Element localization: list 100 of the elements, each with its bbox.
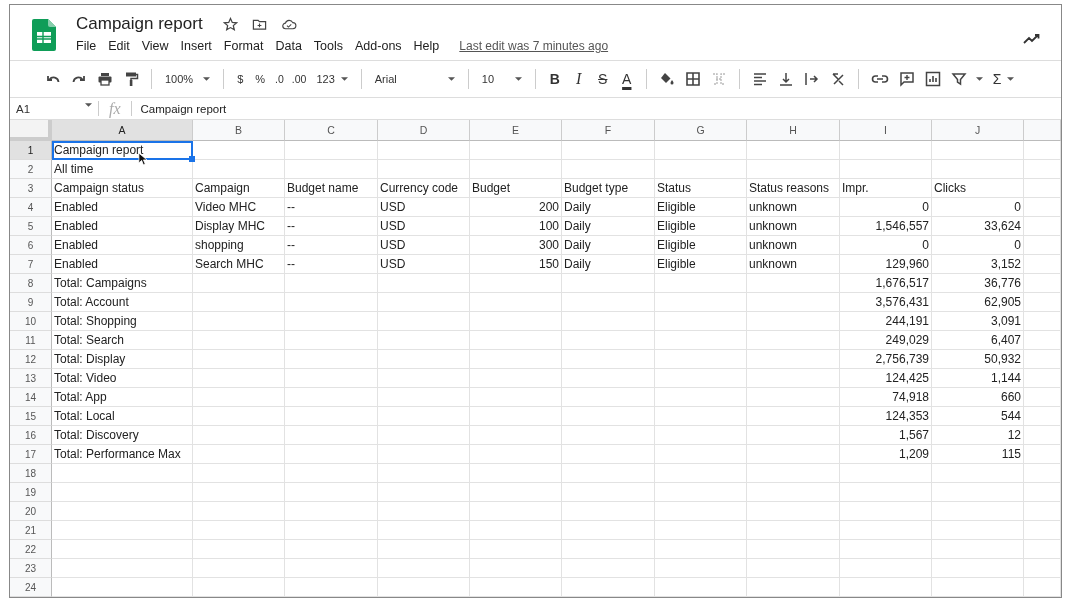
filter-icon[interactable] xyxy=(950,71,967,88)
column-header[interactable]: F xyxy=(562,120,655,141)
caret-icon[interactable] xyxy=(975,77,983,82)
menu-item[interactable]: View xyxy=(135,39,175,53)
borders-icon[interactable] xyxy=(684,71,701,88)
row-header[interactable]: 22 xyxy=(10,540,52,559)
row-header[interactable]: 18 xyxy=(10,464,52,483)
text-rotation-icon[interactable] xyxy=(829,71,846,88)
column-header[interactable]: A xyxy=(52,120,193,141)
menu-item[interactable]: File xyxy=(76,39,103,53)
row-header[interactable]: 4 xyxy=(10,198,52,217)
table-cell xyxy=(1024,255,1061,274)
row-header[interactable]: 7 xyxy=(10,255,52,274)
table-cell: 1,567 xyxy=(840,426,932,445)
menu-item[interactable]: Format xyxy=(217,39,270,53)
percent-format-button[interactable]: % xyxy=(249,71,272,88)
row-header[interactable]: 16 xyxy=(10,426,52,445)
column-header[interactable]: G xyxy=(655,120,747,141)
column-header[interactable]: I xyxy=(840,120,932,141)
row-header[interactable]: 17 xyxy=(10,445,52,464)
table-cell: -- xyxy=(285,236,378,255)
italic-button[interactable]: I xyxy=(566,67,591,92)
table-cell: Budget name xyxy=(285,179,378,198)
row-header[interactable]: 21 xyxy=(10,521,52,540)
column-header[interactable]: E xyxy=(470,120,562,141)
selected-cell: Campaign report xyxy=(52,141,193,160)
table-cell: 0 xyxy=(932,198,1024,217)
table-cell xyxy=(1024,407,1061,426)
table-cell: unknown xyxy=(747,217,840,236)
table-cell: unknown xyxy=(747,198,840,217)
table-cell: Daily xyxy=(562,198,655,217)
row-header[interactable]: 10 xyxy=(10,312,52,331)
row-header[interactable]: 5 xyxy=(10,217,52,236)
menu-item[interactable]: Insert xyxy=(174,39,218,53)
row-header[interactable]: 9 xyxy=(10,293,52,312)
menu-item[interactable]: Data xyxy=(269,39,308,53)
row-header[interactable]: 6 xyxy=(10,236,52,255)
table-cell: 660 xyxy=(932,388,1024,407)
zoom-dropdown[interactable]: 100% xyxy=(159,71,217,88)
functions-dropdown[interactable]: Σ xyxy=(986,69,1021,90)
caret-icon xyxy=(1007,77,1015,82)
vertical-align-icon[interactable] xyxy=(777,71,794,88)
row-header[interactable]: 23 xyxy=(10,559,52,578)
menu-item[interactable]: Add-ons xyxy=(349,39,408,53)
menu-item[interactable]: Edit xyxy=(102,39,136,53)
comment-icon[interactable] xyxy=(898,71,915,88)
strikethrough-button[interactable]: S xyxy=(590,67,615,92)
table-cell: 544 xyxy=(932,407,1024,426)
currency-format-button[interactable]: $ xyxy=(231,71,250,88)
paint-format-icon[interactable] xyxy=(123,71,139,88)
fill-handle[interactable] xyxy=(189,156,195,162)
row-header[interactable]: 14 xyxy=(10,388,52,407)
column-header[interactable]: H xyxy=(747,120,840,141)
table-cell: Campaign status xyxy=(52,179,193,198)
print-icon[interactable] xyxy=(97,71,113,88)
row-header[interactable]: 1 xyxy=(10,141,52,160)
sheets-logo-icon[interactable] xyxy=(32,19,56,51)
text-wrap-icon[interactable] xyxy=(803,71,820,88)
decrease-decimals-button[interactable]: .0 xyxy=(271,71,288,88)
table-cell: Search MHC xyxy=(193,255,285,274)
align-icon[interactable] xyxy=(751,71,768,88)
row-header[interactable]: 8 xyxy=(10,274,52,293)
merge-cells-icon[interactable] xyxy=(710,71,727,88)
row-header[interactable]: 11 xyxy=(10,331,52,350)
row-header[interactable]: 20 xyxy=(10,502,52,521)
cell-reference-box[interactable]: A1 xyxy=(10,102,98,115)
menu-item[interactable]: Tools xyxy=(307,39,350,53)
row-header[interactable]: 19 xyxy=(10,483,52,502)
row-header[interactable]: 13 xyxy=(10,369,52,388)
row-header[interactable]: 3 xyxy=(10,179,52,198)
table-cell: Total: Performance Max xyxy=(52,445,193,464)
star-icon[interactable] xyxy=(222,16,238,32)
column-header[interactable]: C xyxy=(285,120,378,141)
menu-item[interactable]: Help xyxy=(407,39,446,53)
table-cell: 33,624 xyxy=(932,217,1024,236)
table-cell xyxy=(1024,293,1061,312)
table-cell: Eligible xyxy=(655,255,747,274)
table-cell: -- xyxy=(285,255,378,274)
row-header[interactable]: 24 xyxy=(10,578,52,597)
row-header[interactable]: 12 xyxy=(10,350,52,369)
column-header[interactable]: B xyxy=(193,120,285,141)
more-formats-dropdown[interactable]: 123 xyxy=(310,71,354,88)
bold-button[interactable]: B xyxy=(542,67,567,92)
table-cell: -- xyxy=(285,198,378,217)
increase-decimals-button[interactable]: .00 xyxy=(287,71,311,88)
font-size-dropdown[interactable]: 10 xyxy=(475,71,528,88)
table-cell: Enabled xyxy=(52,217,193,236)
table-cell: 1,546,557 xyxy=(840,217,932,236)
caret-icon xyxy=(340,77,348,82)
row-header[interactable]: 15 xyxy=(10,407,52,426)
font-dropdown[interactable]: Arial xyxy=(368,71,461,88)
last-edit-link[interactable]: Last edit was 7 minutes ago xyxy=(459,39,609,53)
formula-input[interactable]: Campaign report xyxy=(140,102,227,115)
row-header[interactable]: 2 xyxy=(10,160,52,179)
document-title[interactable]: Campaign report xyxy=(76,14,203,34)
text-color-button[interactable]: A xyxy=(614,67,639,92)
chart-icon[interactable] xyxy=(924,71,941,88)
column-header[interactable]: D xyxy=(378,120,470,141)
table-cell: Daily xyxy=(562,255,655,274)
column-header[interactable]: J xyxy=(932,120,1024,141)
